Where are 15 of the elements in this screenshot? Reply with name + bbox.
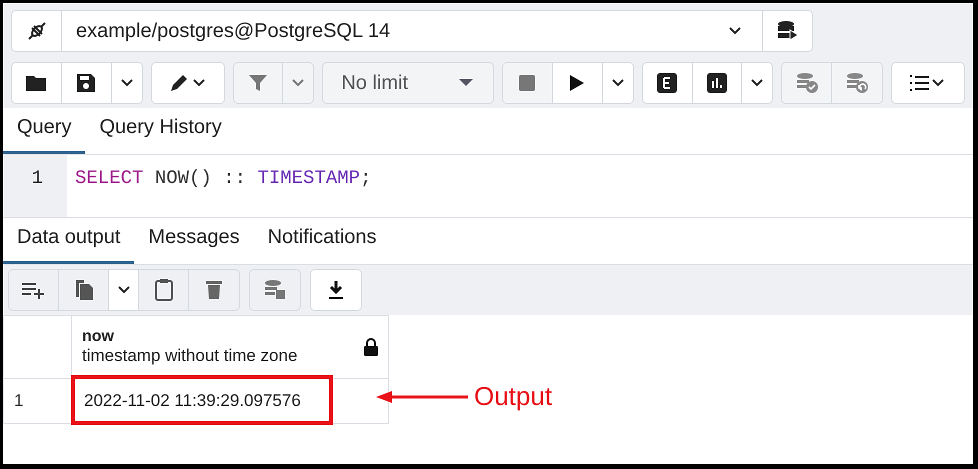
row-number: 1: [4, 378, 72, 424]
caret-icon[interactable]: [109, 270, 139, 310]
column-header[interactable]: now timestamp without time zone: [72, 316, 388, 378]
column-type: timestamp without time zone: [82, 346, 298, 366]
column-name: now: [82, 328, 115, 346]
stop-icon[interactable]: [503, 63, 553, 103]
row-limit-select[interactable]: No limit: [322, 62, 494, 104]
output-tab[interactable]: Messages: [134, 218, 254, 264]
sql-code-line: SELECT NOW() :: TIMESTAMP;: [74, 166, 372, 191]
download-icon[interactable]: [311, 270, 361, 310]
dropdown-arrow-icon: [459, 79, 474, 87]
query-tab[interactable]: Query History: [85, 108, 236, 154]
line-number: 1: [3, 155, 67, 217]
annotation-label: Output: [474, 381, 552, 412]
output-tab[interactable]: Notifications: [254, 218, 391, 264]
